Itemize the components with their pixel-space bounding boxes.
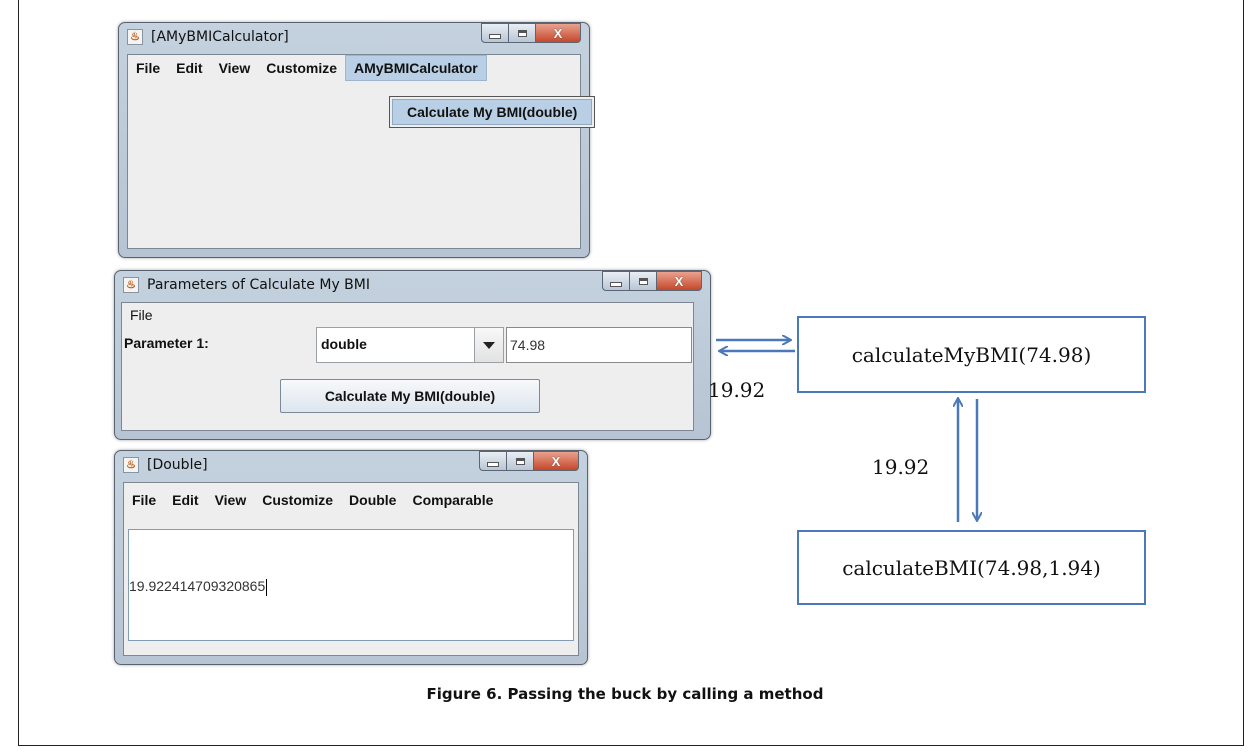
menu-file[interactable]: File [124, 483, 164, 517]
menu-double[interactable]: Double [341, 483, 404, 517]
menu-bar: File Edit View Customize AMyBMICalculato… [128, 55, 580, 81]
title-bar[interactable]: ♨ [AMyBMICalculator] X [119, 23, 589, 53]
maximize-icon [517, 29, 527, 37]
parameters-window: ♨ Parameters of Calculate My BMI X File … [114, 270, 711, 440]
minimize-button[interactable] [481, 23, 508, 43]
menu-customize[interactable]: Customize [254, 483, 341, 517]
return-value-label-mid: 19.92 [872, 455, 930, 479]
window-client-area: File Edit View Customize Double Comparab… [123, 482, 579, 656]
figure-caption: Figure 6. Passing the buck by calling a … [426, 685, 824, 703]
window-title: [Double] [147, 457, 208, 473]
menu-view[interactable]: View [207, 483, 255, 517]
menu-bar: File [122, 303, 693, 327]
dropdown-arrow-button[interactable] [474, 328, 503, 362]
menu-item-calculate-my-bmi[interactable]: Calculate My BMI(double) [392, 99, 593, 125]
argument-value: 74.98 [510, 337, 546, 353]
chevron-down-icon [483, 341, 495, 349]
window-client-area: File Edit View Customize AMyBMICalculato… [127, 54, 581, 249]
calculate-my-bmi-button[interactable]: Calculate My BMI(double) [280, 379, 540, 413]
minimize-icon [487, 461, 499, 467]
maximize-button[interactable] [629, 271, 656, 291]
close-icon: X [553, 25, 563, 41]
java-icon: ♨ [123, 277, 139, 293]
menu-dropdown: Calculate My BMI(double) [389, 96, 596, 128]
minimize-button[interactable] [602, 271, 629, 291]
bmi-calculator-window: ♨ [AMyBMICalculator] X File Edit View Cu… [118, 22, 590, 258]
minimize-icon [610, 281, 622, 287]
window-client-area: File Parameter 1: double 74.98 Calculate… [121, 302, 694, 431]
maximize-icon [515, 457, 525, 465]
title-bar[interactable]: ♨ [Double] X [115, 451, 587, 481]
double-window: ♨ [Double] X File Edit View Customize Do… [114, 450, 588, 665]
argument-input[interactable]: 74.98 [506, 327, 692, 363]
menu-comparable[interactable]: Comparable [404, 483, 501, 517]
close-button[interactable]: X [535, 23, 581, 43]
calculate-bmi-box: calculateBMI(74.98,1.94) [797, 530, 1146, 605]
menu-customize[interactable]: Customize [258, 55, 345, 81]
close-button[interactable]: X [533, 451, 579, 471]
menu-file[interactable]: File [122, 302, 161, 328]
menu-view[interactable]: View [211, 55, 259, 81]
window-title: [AMyBMICalculator] [151, 29, 289, 45]
close-icon: X [551, 453, 561, 469]
close-icon: X [674, 273, 684, 289]
text-cursor [266, 578, 268, 596]
minimize-icon [489, 33, 501, 39]
java-icon: ♨ [127, 29, 143, 45]
menu-edit[interactable]: Edit [168, 55, 210, 81]
maximize-button[interactable] [508, 23, 535, 43]
value-text-area[interactable]: 19.922414709320865 [128, 529, 574, 641]
parameter-label: Parameter 1: [124, 335, 209, 351]
type-combobox[interactable]: double [316, 327, 504, 363]
menu-amybmicalculator[interactable]: AMyBMICalculator [345, 55, 487, 81]
calculate-my-bmi-box: calculateMyBMI(74.98) [797, 316, 1146, 393]
double-value: 19.922414709320865 [129, 578, 268, 596]
java-icon: ♨ [123, 457, 139, 473]
return-value-label-top: 19.92 [708, 378, 766, 402]
window-title: Parameters of Calculate My BMI [147, 277, 370, 293]
minimize-button[interactable] [479, 451, 506, 471]
maximize-button[interactable] [506, 451, 533, 471]
menu-edit[interactable]: Edit [164, 483, 206, 517]
maximize-icon [638, 277, 648, 285]
title-bar[interactable]: ♨ Parameters of Calculate My BMI X [115, 271, 710, 301]
menu-file[interactable]: File [128, 55, 168, 81]
close-button[interactable]: X [656, 271, 702, 291]
menu-bar: File Edit View Customize Double Comparab… [124, 483, 578, 517]
type-value: double [321, 336, 367, 352]
